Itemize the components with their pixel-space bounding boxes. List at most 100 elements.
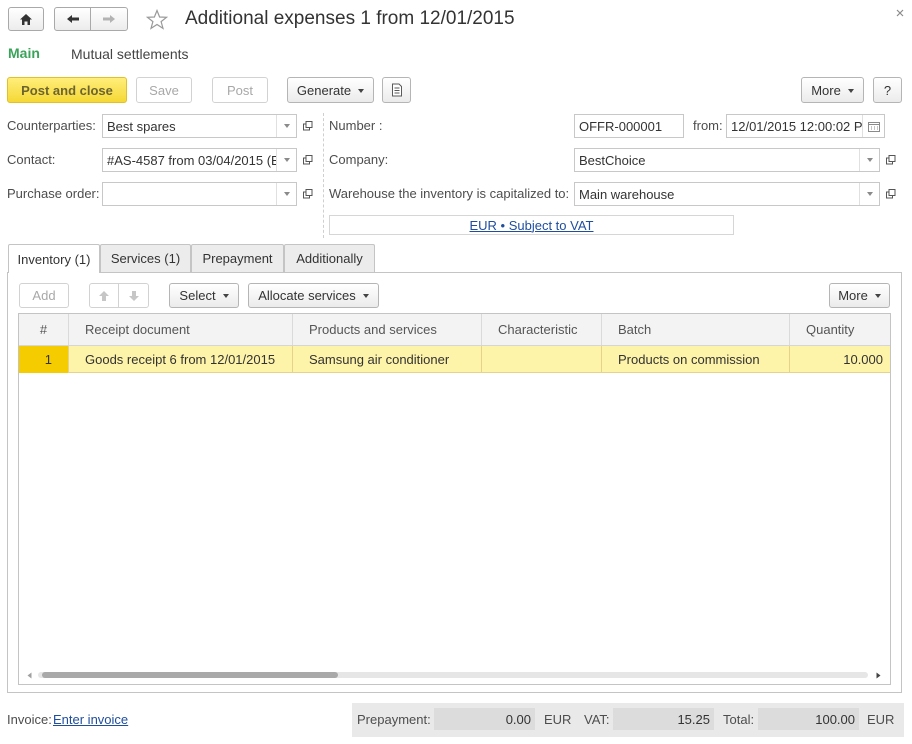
more-button[interactable]: More	[801, 77, 864, 103]
column-header-characteristic[interactable]: Characteristic	[482, 314, 602, 345]
warehouse-field[interactable]: Main warehouse	[574, 182, 880, 206]
add-row-button[interactable]: Add	[19, 283, 69, 308]
date-field[interactable]: 12/01/2015 12:00:02 P	[726, 114, 885, 138]
total-label: Total:	[723, 712, 755, 727]
dropdown-button[interactable]	[859, 183, 879, 205]
currency-box: EUR • Subject to VAT	[329, 215, 734, 235]
scroll-left-icon	[27, 672, 31, 678]
select-button[interactable]: Select	[169, 283, 239, 308]
column-header-label: #	[39, 322, 48, 337]
products-services-cell[interactable]: Samsung air conditioner	[293, 346, 482, 373]
vat-label: VAT:	[584, 712, 610, 727]
forward-arrow-icon	[103, 15, 115, 23]
open-in-new-icon	[886, 189, 896, 199]
move-up-icon	[99, 290, 109, 301]
generate-label: Generate	[296, 82, 352, 98]
save-button[interactable]: Save	[136, 77, 192, 103]
chevron-down-icon	[283, 158, 290, 162]
enter-invoice-link[interactable]: Enter invoice	[53, 712, 128, 727]
column-header-label: Characteristic	[498, 322, 578, 337]
open-in-new-icon	[886, 155, 896, 165]
scroll-left-button[interactable]	[24, 669, 34, 681]
horizontal-scrollbar[interactable]	[38, 672, 868, 678]
tab-inventory[interactable]: Inventory (1)	[8, 244, 100, 273]
generate-button[interactable]: Generate	[287, 77, 374, 103]
prepayment-value: 0.00	[505, 711, 531, 727]
company-open-button[interactable]	[881, 149, 901, 171]
scroll-right-icon	[876, 672, 880, 678]
products-services-value: Samsung air conditioner	[309, 352, 450, 367]
report-button[interactable]	[382, 77, 411, 103]
allocate-services-label: Allocate services	[258, 288, 356, 303]
contact-field[interactable]: #AS-4587 from 03/04/2015 (E	[102, 148, 297, 172]
prepayment-currency: EUR	[544, 712, 572, 727]
purchase-order-open-button[interactable]	[298, 183, 318, 205]
column-splitter[interactable]	[323, 113, 324, 238]
characteristic-cell[interactable]	[482, 346, 602, 373]
scrollbar-thumb[interactable]	[42, 672, 338, 678]
column-header-receipt-document[interactable]: Receipt document	[69, 314, 293, 345]
move-up-button[interactable]	[89, 283, 119, 308]
open-in-new-icon	[303, 155, 313, 165]
section-tab-mutual-settlements[interactable]: Mutual settlements	[71, 46, 189, 62]
column-header-label: Products and services	[309, 322, 437, 337]
prepayment-field: 0.00	[434, 708, 535, 730]
batch-cell[interactable]: Products on commission	[602, 346, 790, 373]
calendar-button[interactable]	[862, 115, 884, 137]
allocate-services-button[interactable]: Allocate services	[248, 283, 379, 308]
dropdown-button[interactable]	[276, 115, 296, 137]
forward-button[interactable]	[90, 7, 128, 31]
column-header-number[interactable]: #	[19, 314, 69, 345]
currency-vat-link[interactable]: EUR • Subject to VAT	[469, 218, 593, 233]
vat-field: 15.25	[613, 708, 714, 730]
quantity-cell[interactable]: 10.000	[790, 346, 890, 373]
tab-prepayment[interactable]: Prepayment	[191, 244, 284, 272]
table-more-button[interactable]: More	[829, 283, 890, 308]
from-label: from:	[693, 118, 723, 133]
post-button[interactable]: Post	[212, 77, 268, 103]
chevron-down-icon	[362, 294, 369, 298]
close-icon	[896, 9, 904, 17]
chevron-down-icon	[283, 124, 290, 128]
number-field[interactable]: OFFR-000001	[574, 114, 684, 138]
document-report-icon	[391, 83, 402, 97]
move-down-button[interactable]	[118, 283, 149, 308]
table-more-label: More	[838, 288, 868, 303]
tab-services[interactable]: Services (1)	[100, 244, 191, 272]
dropdown-button[interactable]	[276, 183, 296, 205]
warehouse-open-button[interactable]	[881, 183, 901, 205]
home-button[interactable]	[8, 7, 44, 31]
select-label: Select	[179, 288, 216, 303]
company-label: Company:	[329, 152, 389, 167]
star-icon	[146, 9, 168, 30]
row-number-cell[interactable]: 1	[19, 346, 69, 373]
column-header-batch[interactable]: Batch	[602, 314, 790, 345]
warehouse-label: Warehouse the inventory is capitalized t…	[329, 186, 570, 201]
open-in-new-icon	[303, 121, 313, 131]
chevron-down-icon	[866, 158, 873, 162]
counterparties-field[interactable]: Best spares	[102, 114, 297, 138]
column-header-quantity[interactable]: Quantity	[790, 314, 890, 345]
back-button[interactable]	[54, 7, 91, 31]
post-and-close-button[interactable]: Post and close	[7, 77, 127, 103]
favorite-star-button[interactable]	[145, 8, 169, 32]
more-label: More	[811, 82, 841, 98]
counterparties-open-button[interactable]	[298, 115, 318, 137]
column-header-products-services[interactable]: Products and services	[293, 314, 482, 345]
tab-additionally[interactable]: Additionally	[284, 244, 375, 272]
dropdown-button[interactable]	[276, 149, 296, 171]
total-field: 100.00	[758, 708, 859, 730]
column-header-label: Receipt document	[85, 322, 190, 337]
scroll-right-button[interactable]	[873, 669, 883, 681]
purchase-order-field[interactable]	[102, 182, 297, 206]
section-tab-main[interactable]: Main	[8, 45, 40, 61]
receipt-document-cell[interactable]: Goods receipt 6 from 12/01/2015	[69, 346, 293, 373]
invoice-label: Invoice:	[7, 712, 52, 727]
close-button[interactable]	[893, 6, 907, 20]
dropdown-button[interactable]	[859, 149, 879, 171]
help-button[interactable]: ?	[873, 77, 902, 103]
contact-open-button[interactable]	[298, 149, 318, 171]
company-field[interactable]: BestChoice	[574, 148, 880, 172]
chevron-down-icon	[283, 192, 290, 196]
chevron-down-icon	[874, 294, 881, 298]
